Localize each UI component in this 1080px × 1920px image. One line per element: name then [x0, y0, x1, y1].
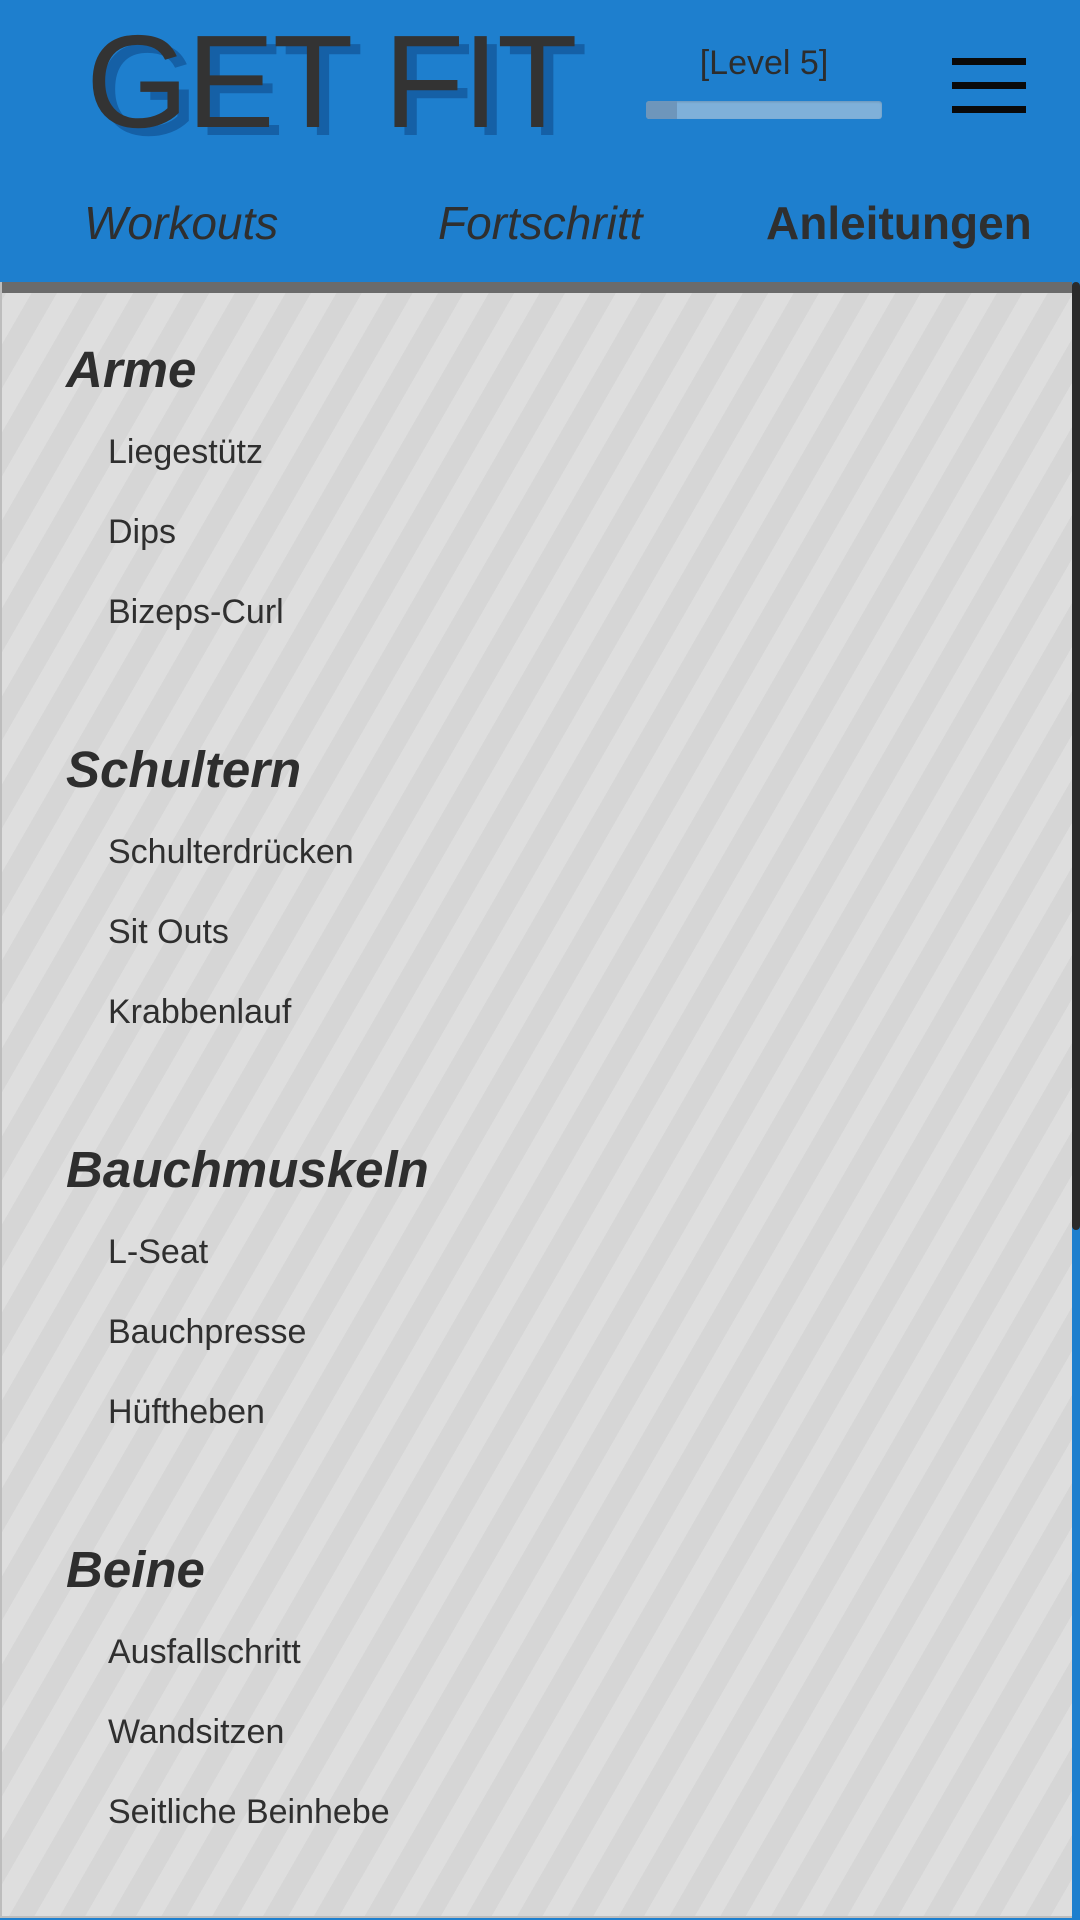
- list-item[interactable]: L-Seat: [108, 1235, 429, 1315]
- list-item[interactable]: Sit Outs: [108, 915, 354, 995]
- tab-anleitungen[interactable]: Anleitungen: [766, 196, 1032, 250]
- list-item[interactable]: Bauchpresse: [108, 1315, 429, 1395]
- section-title: Schultern: [66, 741, 302, 798]
- list-item[interactable]: Seitliche Beinhebe: [108, 1795, 390, 1875]
- list-item[interactable]: Liegestütz: [108, 435, 284, 515]
- hamburger-menu-icon[interactable]: [950, 58, 1028, 116]
- section-schultern: Schultern Schulterdrücken Sit Outs Krabb…: [66, 744, 354, 1075]
- menu-line: [952, 106, 1026, 113]
- menu-line: [952, 82, 1026, 89]
- app-header: GET FIT [Level 5] Workouts Fortschritt A…: [0, 0, 1080, 282]
- menu-line: [952, 58, 1026, 65]
- level-label: [Level 5]: [699, 44, 829, 82]
- scrollbar-thumb[interactable]: [1072, 282, 1080, 1230]
- guides-list-panel: Arme Liegestütz Dips Bizeps-Curl Schulte…: [0, 282, 1076, 1918]
- section-title: Beine: [66, 1541, 205, 1598]
- section-arme: Arme Liegestütz Dips Bizeps-Curl: [66, 344, 284, 675]
- panel-top-border: [2, 282, 1076, 293]
- list-item[interactable]: Ausfallschritt: [108, 1635, 390, 1715]
- section-title: Arme: [66, 341, 197, 398]
- app-logo: GET FIT: [86, 8, 578, 155]
- list-item[interactable]: Schulterdrücken: [108, 835, 354, 915]
- section-title: Bauchmuskeln: [66, 1141, 429, 1198]
- tab-workouts[interactable]: Workouts: [84, 196, 278, 250]
- section-beine: Beine Ausfallschritt Wandsitzen Seitlich…: [66, 1544, 390, 1875]
- tab-fortschritt[interactable]: Fortschritt: [438, 196, 642, 250]
- list-item[interactable]: Bizeps-Curl: [108, 595, 284, 675]
- list-item[interactable]: Dips: [108, 515, 284, 595]
- section-bauchmuskeln: Bauchmuskeln L-Seat Bauchpresse Hüfthebe…: [66, 1144, 429, 1475]
- list-item[interactable]: Hüftheben: [108, 1395, 429, 1475]
- app-root: GET FIT [Level 5] Workouts Fortschritt A…: [0, 0, 1080, 1920]
- level-progress-bar: [646, 101, 882, 119]
- level-progress-fill: [646, 101, 677, 119]
- list-item[interactable]: Wandsitzen: [108, 1715, 390, 1795]
- list-item[interactable]: Krabbenlauf: [108, 995, 354, 1075]
- tab-bar: Workouts Fortschritt Anleitungen: [0, 196, 1080, 266]
